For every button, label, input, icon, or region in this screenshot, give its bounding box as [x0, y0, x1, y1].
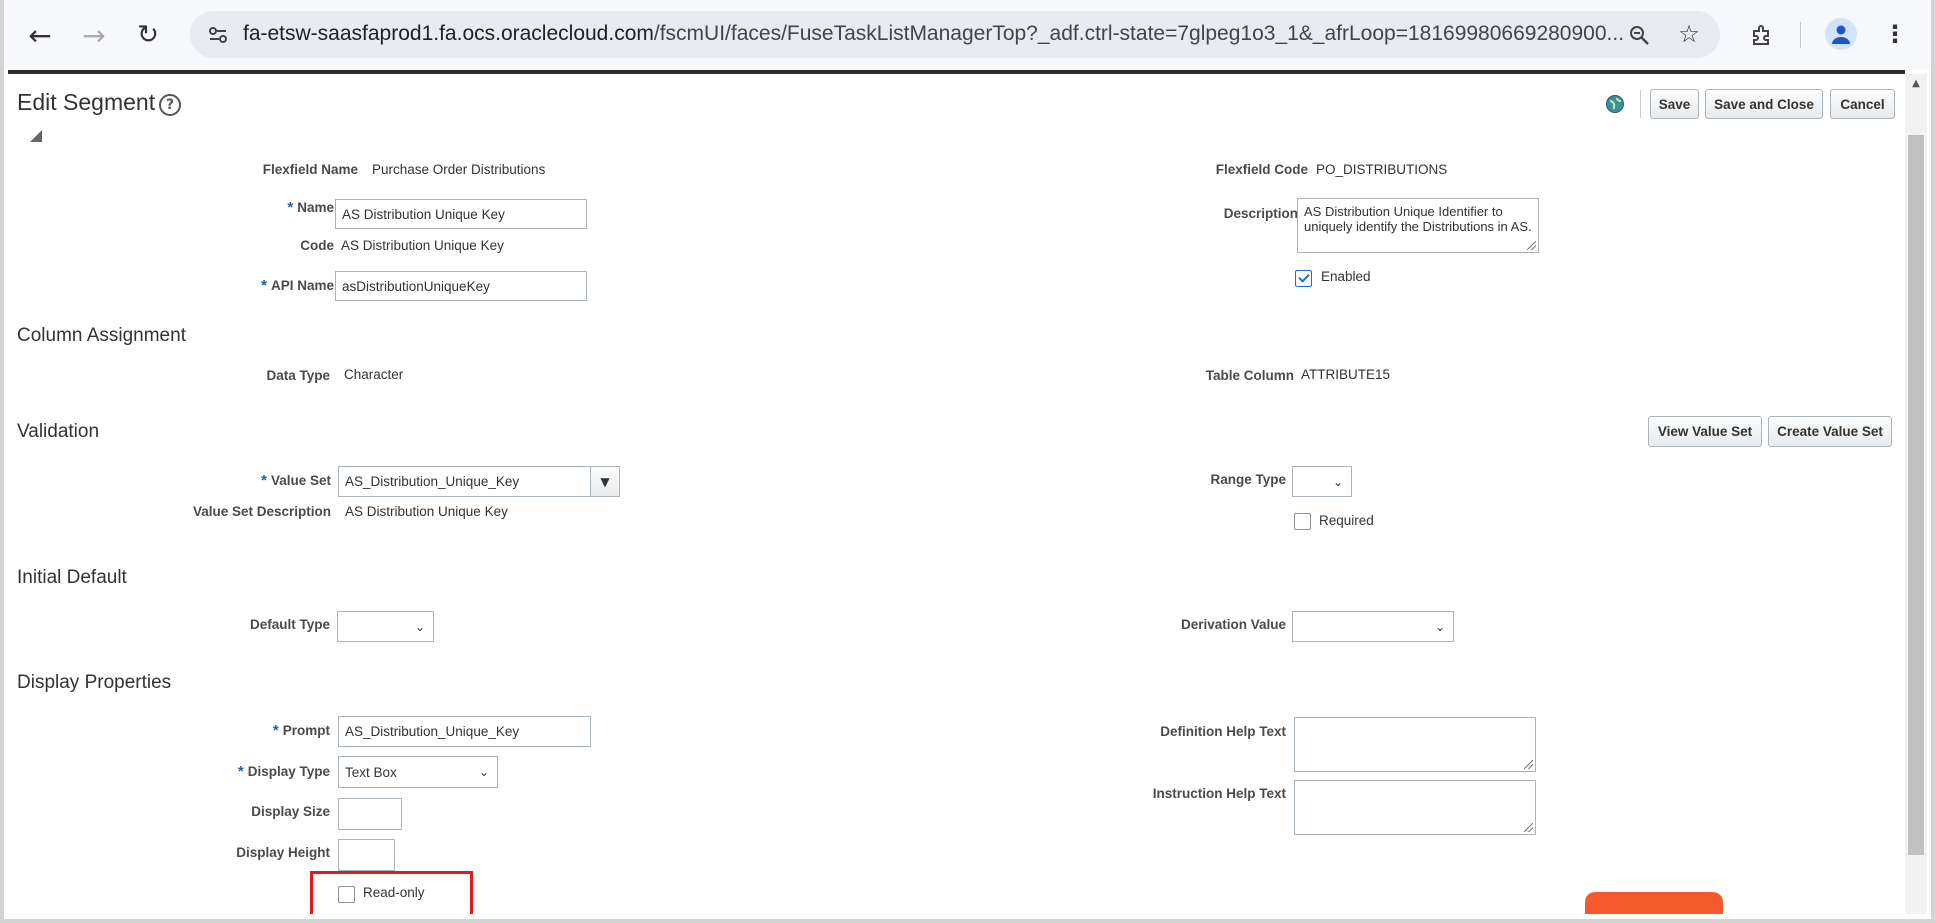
profile-avatar-icon[interactable]	[1825, 18, 1857, 50]
api-name-label: * API Name	[261, 277, 334, 294]
page-title: Edit Segment	[17, 89, 156, 115]
code-value: AS Distribution Unique Key	[341, 238, 504, 253]
site-info-icon[interactable]	[204, 21, 232, 49]
cancel-button[interactable]: Cancel	[1830, 89, 1895, 119]
enabled-label: Enabled	[1321, 269, 1371, 284]
resize-handle-icon[interactable]	[1524, 823, 1533, 832]
default-type-select[interactable]: ⌄	[337, 611, 434, 642]
flexfield-code-value: PO_DISTRIBUTIONS	[1316, 162, 1448, 177]
flexfield-name-label: Flexfield Name	[262, 162, 358, 177]
view-value-set-button[interactable]: View Value Set	[1648, 416, 1762, 447]
description-textarea[interactable]: AS Distribution Unique Identifier to uni…	[1297, 198, 1539, 253]
description-label: Description	[1223, 206, 1298, 221]
globe-icon[interactable]	[1605, 94, 1625, 114]
section-display-properties: Display Properties	[17, 672, 172, 693]
name-input[interactable]: AS Distribution Unique Key	[335, 199, 587, 229]
checkmark-icon	[1297, 271, 1310, 283]
display-height-input[interactable]	[338, 839, 395, 871]
url-text: fa-etsw-saasfaprod1.fa.ocs.oraclecloud.c…	[243, 22, 1625, 45]
enabled-checkbox[interactable]	[1295, 270, 1312, 287]
required-checkbox[interactable]	[1294, 513, 1311, 530]
edit-segment-page: Edit Segment ? Save Save and Close Cance…	[8, 74, 1905, 914]
range-type-select[interactable]: ⌄	[1292, 466, 1352, 497]
chevron-down-icon: ⌄	[414, 619, 425, 634]
save-button[interactable]: Save	[1650, 89, 1699, 119]
code-label: Code	[300, 238, 334, 253]
range-type-label: Range Type	[1210, 472, 1286, 487]
chat-launcher-button[interactable]	[1585, 892, 1723, 914]
address-bar[interactable]: fa-etsw-saasfaprod1.fa.ocs.oraclecloud.c…	[190, 11, 1720, 58]
display-height-label: Display Height	[236, 845, 330, 860]
section-initial-default: Initial Default	[17, 567, 127, 588]
data-type-value: Character	[344, 367, 404, 382]
derivation-value-select[interactable]: ⌄	[1292, 611, 1454, 642]
required-indicator: *	[287, 199, 294, 216]
value-set-description-label: Value Set Description	[192, 504, 331, 519]
definition-help-textarea[interactable]	[1294, 717, 1536, 772]
flexfield-name-value: Purchase Order Distributions	[372, 162, 546, 177]
bookmark-star-icon[interactable]: ☆	[1674, 19, 1704, 49]
display-type-label: * Display Type	[237, 763, 330, 780]
table-column-label: Table Column	[1205, 368, 1294, 383]
toolbar-separator	[1640, 90, 1641, 118]
required-label: Required	[1319, 513, 1374, 528]
value-set-label: * Value Set	[261, 472, 331, 489]
read-only-label: Read-only	[363, 885, 425, 900]
extensions-icon[interactable]	[1746, 19, 1778, 51]
display-type-select[interactable]: Text Box ⌄	[338, 756, 498, 788]
default-type-label: Default Type	[249, 617, 330, 632]
required-indicator: *	[261, 277, 267, 294]
definition-help-label: Definition Help Text	[1160, 724, 1286, 739]
collapse-triangle-icon[interactable]	[30, 130, 42, 142]
instruction-help-label: Instruction Help Text	[1152, 786, 1286, 801]
create-value-set-button[interactable]: Create Value Set	[1768, 416, 1892, 447]
chevron-down-icon: ⌄	[1434, 619, 1445, 634]
required-indicator: *	[272, 722, 279, 739]
prompt-input[interactable]: AS_Distribution_Unique_Key	[338, 716, 591, 747]
value-set-description-value: AS Distribution Unique Key	[345, 504, 508, 519]
required-indicator: *	[261, 472, 267, 489]
save-and-close-button[interactable]: Save and Close	[1705, 89, 1823, 119]
forward-icon[interactable]: →	[76, 18, 112, 52]
value-set-dropdown-button[interactable]: ▼	[590, 466, 620, 497]
prompt-label: * Prompt	[272, 722, 330, 739]
derivation-value-label: Derivation Value	[1180, 617, 1286, 632]
toolbar-divider	[1800, 22, 1801, 48]
dropdown-arrow-icon: ▼	[600, 474, 610, 489]
scroll-up-arrow-icon[interactable]: ▲	[1908, 78, 1924, 92]
section-column-assignment: Column Assignment	[17, 325, 186, 346]
instruction-help-textarea[interactable]	[1294, 780, 1536, 835]
resize-handle-icon[interactable]	[1527, 241, 1536, 250]
read-only-checkbox[interactable]	[338, 886, 355, 903]
flexfield-code-label: Flexfield Code	[1215, 162, 1308, 177]
chevron-down-icon: ⌄	[478, 765, 489, 779]
zoom-icon[interactable]	[1625, 21, 1653, 49]
reload-icon[interactable]: ↻	[130, 18, 166, 52]
section-validation: Validation	[17, 421, 100, 442]
display-size-input[interactable]	[338, 798, 402, 830]
scrollbar-thumb[interactable]	[1908, 135, 1924, 855]
chevron-down-icon: ⌄	[1332, 474, 1343, 489]
data-type-label: Data Type	[266, 368, 330, 383]
value-set-input[interactable]: AS_Distribution_Unique_Key	[338, 466, 600, 497]
api-name-input[interactable]: asDistributionUniqueKey	[335, 271, 587, 301]
name-label: * Name	[287, 199, 334, 216]
browser-toolbar: ← → ↻ fa-etsw-saasfaprod1.fa.ocs.oraclec…	[0, 0, 1935, 70]
help-icon[interactable]: ?	[159, 94, 181, 116]
display-size-label: Display Size	[251, 804, 330, 819]
browser-menu-icon[interactable]: ⋮	[1880, 18, 1910, 50]
table-column-value: ATTRIBUTE15	[1301, 367, 1391, 382]
required-indicator: *	[237, 763, 244, 780]
resize-handle-icon[interactable]	[1524, 760, 1533, 769]
back-icon[interactable]: ←	[22, 18, 58, 52]
